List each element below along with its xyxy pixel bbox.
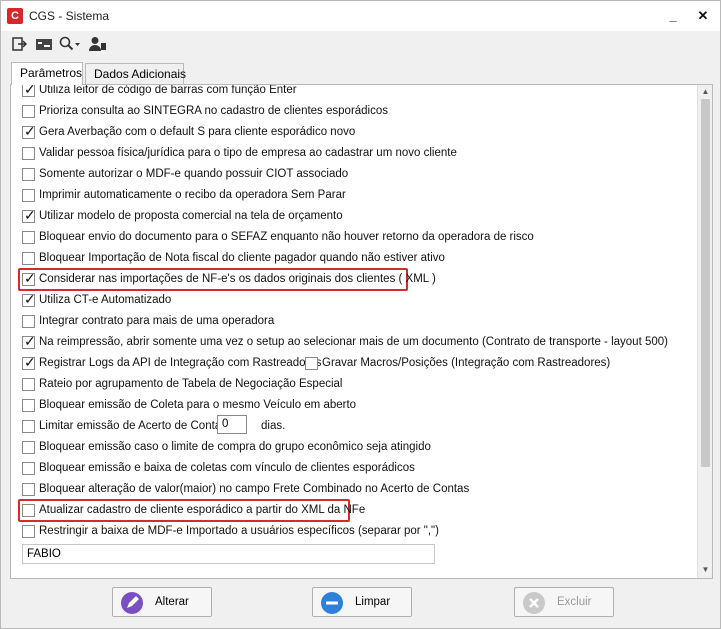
option-label: Bloquear alteração de valor(maior) no ca… — [39, 483, 470, 495]
checkbox[interactable] — [22, 168, 35, 181]
dias-suffix: dias. — [261, 420, 286, 432]
options-list: ✓ Utiliza leitor de código de barras com … — [11, 85, 697, 578]
option-label: Gravar Macros/Posições (Integração com R… — [322, 357, 611, 369]
option-label: Limitar emissão de Acerto de Contas à — [39, 420, 237, 432]
option-label: Somente autorizar o MDF-e quando possuir… — [39, 168, 349, 180]
card-icon[interactable] — [35, 36, 53, 54]
edit-icon — [121, 592, 143, 614]
checkbox[interactable] — [22, 462, 35, 475]
exit-icon[interactable] — [11, 36, 28, 54]
checkbox[interactable] — [22, 504, 35, 517]
checkbox[interactable]: ✓ — [22, 270, 36, 286]
parametros-panel: ✓ Utiliza leitor de código de barras com … — [10, 84, 713, 579]
option-label: Utilizar modelo de proposta comercial na… — [39, 210, 343, 222]
checkbox[interactable]: ✓ — [22, 207, 36, 223]
checkbox[interactable]: ✓ — [22, 291, 36, 307]
option-label: Atualizar cadastro de cliente esporádico… — [39, 504, 366, 516]
option-label: Bloquear envio do documento para o SEFAZ… — [39, 231, 534, 243]
option-label: Bloquear emissão e baixa de coletas com … — [39, 462, 415, 474]
option-label: Restringir a baixa de MDF-e Importado a … — [39, 525, 439, 537]
checkbox[interactable] — [305, 357, 318, 370]
checkbox[interactable] — [22, 525, 35, 538]
scrollbar-thumb[interactable] — [701, 99, 710, 467]
title-bar: C CGS - Sistema _ ✕ — [1, 1, 720, 31]
option-label: Utiliza leitor de código de barras com f… — [39, 85, 297, 96]
check-mark-icon: ✓ — [24, 85, 36, 97]
check-mark-icon: ✓ — [24, 333, 36, 349]
checkbox[interactable]: ✓ — [22, 123, 36, 139]
alterar-label: Alterar — [155, 596, 189, 608]
check-mark-icon: ✓ — [24, 207, 36, 223]
checkbox[interactable] — [22, 420, 35, 433]
scroll-down-icon[interactable]: ▼ — [701, 565, 710, 574]
option-label: Bloquear emissão caso o limite de compra… — [39, 441, 431, 453]
usuarios-input[interactable]: FABIO — [22, 544, 435, 564]
user-icon[interactable] — [89, 36, 107, 54]
checkbox[interactable]: ✓ — [22, 85, 36, 97]
acerto-dias-input[interactable]: 0 — [217, 415, 247, 434]
toolbar — [1, 31, 720, 59]
scroll-up-icon[interactable]: ▲ — [701, 87, 710, 96]
checkbox[interactable] — [22, 315, 35, 328]
checkbox[interactable] — [22, 231, 35, 244]
checkbox[interactable] — [22, 147, 35, 160]
check-mark-icon: ✓ — [24, 123, 36, 139]
tab-dados-adicionais[interactable]: Dados Adicionais — [85, 63, 186, 85]
option-label: Na reimpressão, abrir somente uma vez o … — [39, 336, 668, 348]
checkbox[interactable] — [22, 441, 35, 454]
option-label: Gera Averbação com o default S para clie… — [39, 126, 356, 138]
option-label: Bloquear Importação de Nota fiscal do cl… — [39, 252, 445, 264]
delete-icon — [523, 592, 545, 614]
option-label: Prioriza consulta ao SINTEGRA no cadastr… — [39, 105, 389, 117]
limpar-label: Limpar — [355, 596, 391, 608]
alterar-button[interactable]: Alterar — [112, 587, 212, 617]
option-label: Bloquear emissão de Coleta para o mesmo … — [39, 399, 357, 411]
app-logo-icon: C — [7, 8, 23, 24]
option-label: Rateio por agrupamento de Tabela de Nego… — [39, 378, 343, 390]
minus-icon — [321, 592, 343, 614]
option-label: Integrar contrato para mais de uma opera… — [39, 315, 275, 327]
check-mark-icon: ✓ — [24, 354, 36, 370]
checkbox[interactable] — [22, 399, 35, 412]
checkbox[interactable] — [22, 105, 35, 118]
checkbox[interactable] — [22, 252, 35, 265]
excluir-button[interactable]: Excluir — [514, 587, 614, 617]
option-label: Registrar Logs da API de Integração com … — [39, 357, 322, 369]
option-label: Imprimir automaticamente o recibo da ope… — [39, 189, 346, 201]
search-icon[interactable] — [59, 36, 81, 54]
window-title: CGS - Sistema — [29, 9, 110, 23]
check-mark-icon: ✓ — [24, 291, 36, 307]
checkbox[interactable] — [22, 483, 35, 496]
option-label: Utiliza CT-e Automatizado — [39, 294, 172, 306]
excluir-label: Excluir — [557, 596, 592, 608]
checkbox[interactable]: ✓ — [22, 354, 36, 370]
minimize-button[interactable]: _ — [663, 7, 683, 25]
check-mark-icon: ✓ — [24, 270, 36, 286]
option-label: Validar pessoa física/jurídica para o ti… — [39, 147, 457, 159]
checkbox[interactable] — [22, 189, 35, 202]
tab-parametros[interactable]: Parâmetros — [11, 62, 83, 85]
close-button[interactable]: ✕ — [693, 7, 713, 25]
checkbox[interactable]: ✓ — [22, 333, 36, 349]
main-window: C CGS - Sistema _ ✕ Parâmetros Dados Adi… — [0, 0, 721, 629]
checkbox[interactable] — [22, 378, 35, 391]
option-label: Considerar nas importações de NF-e's os … — [39, 273, 436, 285]
limpar-button[interactable]: Limpar — [312, 587, 412, 617]
vertical-scrollbar[interactable]: ▲ ▼ — [697, 85, 712, 578]
